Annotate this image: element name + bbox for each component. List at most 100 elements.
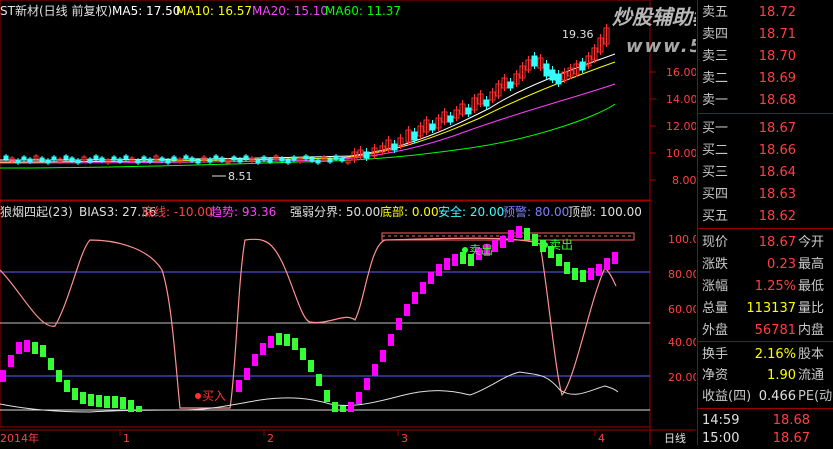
ma60-label: MA60: 11.37 [325, 4, 401, 18]
ma20-line [0, 83, 616, 164]
tick-price: 18.68 [772, 413, 810, 428]
quote-extra-label: 流通 [798, 368, 825, 383]
indicator-bar [40, 345, 46, 357]
indicator-bar [452, 254, 458, 266]
stat-row: 涨跌 0.23 最高 [698, 254, 833, 276]
stat-row: 现价 18.67 今开 [698, 232, 833, 254]
indicator-bar [48, 358, 54, 370]
warn-label: 预警: 80.00 [503, 204, 569, 219]
indicator-bar [604, 258, 610, 270]
candle [189, 157, 195, 162]
candle [579, 61, 586, 71]
candle [231, 156, 237, 161]
sell-annotation-1: 卖出 [469, 243, 493, 257]
top-label: 顶部: 100.00 [568, 204, 642, 219]
candle [543, 63, 550, 77]
tick-time: 14:59 [702, 413, 740, 428]
ma10-label: MA10: 16.57 [176, 4, 252, 18]
indicator-bar [340, 406, 346, 412]
indicator-bar [556, 254, 562, 266]
bid-stats-separator [698, 228, 833, 229]
ind-tick-40: 40.00 [668, 336, 696, 349]
candle [507, 81, 514, 89]
price-tick-8: 8.00 [672, 174, 696, 187]
quote-label: 卖五 [702, 5, 729, 20]
quote-extra-label: 股本 [798, 347, 825, 362]
indicator-bar [324, 390, 330, 402]
stat-row: 外盘 56781 内盘 [698, 320, 833, 342]
stat-row: 总量 113137 量比 [698, 298, 833, 320]
candle [429, 123, 436, 131]
bid-row: 买一 18.67 [698, 118, 833, 140]
candle [123, 155, 129, 160]
stat2-row: 净资 1.90 流通 [698, 365, 833, 387]
price-tick-10: 10.00 [666, 147, 696, 160]
candle [327, 158, 333, 163]
quote-value: 18.68 [758, 93, 796, 108]
stats-separator [698, 341, 833, 342]
quote-label: 涨跌 [702, 257, 729, 272]
quote-value: 18.72 [758, 5, 796, 20]
candle [15, 159, 21, 164]
candle [291, 156, 297, 161]
candle [141, 156, 147, 161]
ask-bid-separator [698, 113, 833, 114]
indicator-bar [372, 364, 378, 376]
quote-value: 18.64 [758, 165, 796, 180]
candle [99, 157, 105, 162]
quote-value: 56781 [754, 323, 796, 338]
indicator-bar [396, 318, 402, 330]
candle [45, 159, 51, 164]
candle [261, 156, 267, 161]
quote-value: 18.67 [758, 235, 796, 250]
indicator-bar [0, 370, 6, 382]
quote-value: 18.63 [758, 187, 796, 202]
ind-tick-60: 60.00 [668, 303, 696, 316]
candle [111, 156, 117, 161]
indicator-bar [444, 258, 450, 270]
tick-row: 14:59 18.68 [698, 412, 833, 430]
indicator-bar [64, 380, 70, 392]
chart-area[interactable]: ST新材(日线 前复权) MA5: 17.50 MA10: 16.57 MA20… [0, 0, 805, 445]
ask-row: 卖五 18.72 [698, 2, 833, 24]
date-month-2: 2 [267, 432, 274, 445]
bid-row: 买四 18.63 [698, 184, 833, 206]
indicator-bar [260, 343, 266, 355]
date-month-1: 1 [123, 432, 130, 445]
candle [555, 73, 562, 85]
indicator-name-label: 狼烟四起(23) [0, 204, 73, 219]
candle [21, 156, 27, 161]
sell-marker-2 [542, 242, 548, 248]
indicator-bar [428, 272, 434, 284]
indicator-bar [104, 396, 110, 408]
quote-extra-label: PE(动 [798, 389, 833, 404]
candle [183, 155, 189, 160]
candle [213, 155, 219, 160]
ind-tick-100: 100.00 [668, 233, 696, 246]
price-axis-ticks [650, 71, 656, 181]
stat2-row: 收益(四) 0.466 PE(动 [698, 386, 833, 408]
quote-value: 18.62 [758, 209, 796, 224]
quote-label: 买一 [702, 121, 729, 136]
indicator-bars [0, 226, 618, 412]
indicator-bar [572, 268, 578, 280]
candle [255, 159, 261, 164]
candle [279, 157, 285, 162]
indicator-bar [88, 394, 94, 406]
ask-row: 卖一 18.68 [698, 90, 833, 112]
indicator-bar [120, 397, 126, 409]
quote-value: 2.16% [754, 347, 796, 362]
quote-value: 1.25% [754, 279, 796, 294]
quote-label: 卖二 [702, 71, 729, 86]
candle [147, 158, 153, 163]
ticks-separator [698, 408, 833, 409]
quote-label: 收益(四) [702, 389, 752, 404]
candle [87, 158, 93, 163]
quote-label: 买三 [702, 165, 729, 180]
stock-name-label: ST新材(日线 前复权) [0, 3, 112, 18]
candle [27, 158, 33, 163]
kline-chart[interactable]: ST新材(日线 前复权) MA5: 17.50 MA10: 16.57 MA20… [0, 0, 805, 445]
indicator-bar [588, 268, 594, 280]
candle [267, 158, 273, 163]
indicator-bar [420, 282, 426, 294]
